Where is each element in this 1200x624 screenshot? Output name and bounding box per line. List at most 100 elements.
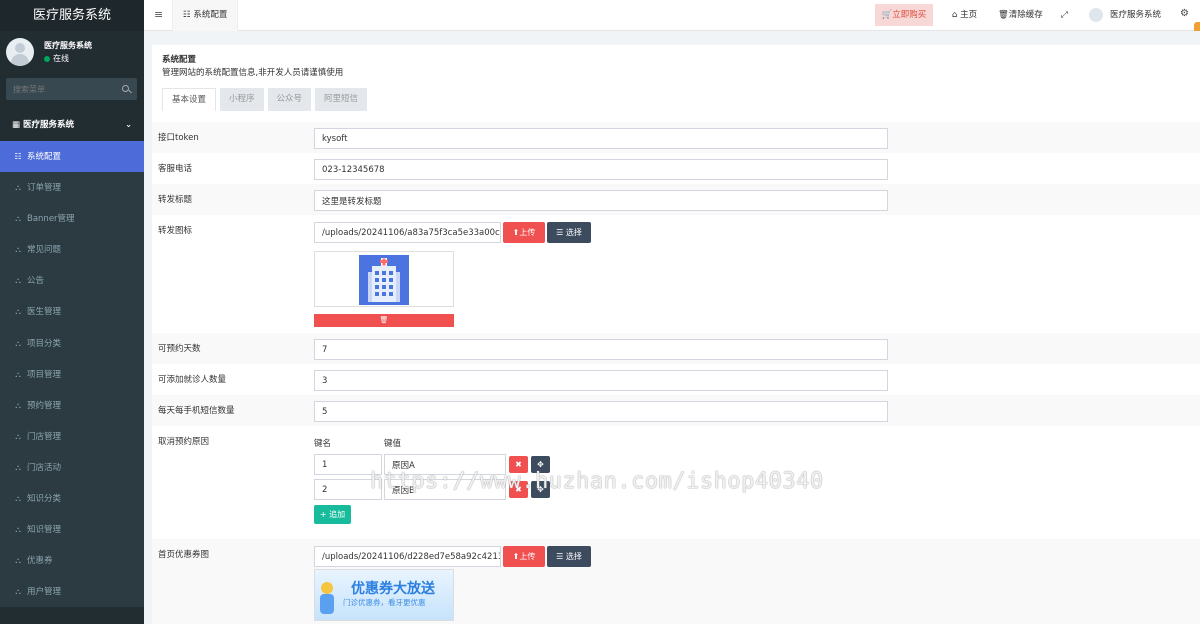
sitemap-icon: ⛬	[15, 431, 21, 441]
row-phone: 客服电话	[152, 153, 1200, 184]
patients-input[interactable]	[314, 370, 888, 391]
mascot-icon	[320, 582, 334, 614]
user-status: 在线	[44, 53, 69, 64]
phone-input[interactable]	[314, 159, 888, 180]
tab-basic[interactable]: 基本设置	[162, 88, 217, 111]
key-header: 键名	[314, 439, 332, 449]
hospital-building-icon	[359, 255, 409, 305]
tab-official-account[interactable]: 公众号	[267, 88, 312, 111]
sitemap-icon: ⛬	[15, 276, 21, 286]
add-row-button[interactable]: + 追加	[314, 505, 351, 524]
sidebar-item-coupons[interactable]: ⛬ 优惠券	[0, 545, 144, 576]
menu-group-label: 医疗服务系统	[23, 120, 75, 130]
avatar	[6, 38, 34, 66]
upload-label: 上传	[519, 228, 536, 237]
sliders-icon: ☷	[183, 10, 191, 20]
sidebar-item-notice[interactable]: ⛬ 公告	[0, 265, 144, 296]
sidebar-item-knowledge[interactable]: ⛬ 知识管理	[0, 514, 144, 545]
user-name: 医疗服务系统	[44, 41, 92, 50]
tab-aliyun-sms[interactable]: 阿里短信	[315, 88, 368, 111]
sidebar-item-project-category[interactable]: ⛬ 项目分类	[0, 328, 144, 359]
menu-search-input[interactable]	[6, 78, 116, 100]
watermark-text: https://www.huzhan.com/ishop40340	[370, 469, 824, 494]
row-days: 可预约天数	[152, 333, 1200, 364]
sidebar-item-label: Banner管理	[27, 214, 75, 225]
sitemap-icon: ⛬	[15, 525, 21, 535]
sms-input[interactable]	[314, 401, 888, 422]
add-label: 追加	[329, 510, 346, 519]
sidebar-item-orders[interactable]: ⛬ 订单管理	[0, 172, 144, 203]
share-icon-upload-button[interactable]: ⬆上传	[503, 222, 545, 243]
coupon-image-upload-button[interactable]: ⬆上传	[503, 546, 545, 567]
page-title: 系统配置	[162, 55, 197, 65]
token-label: 接口token	[158, 133, 199, 143]
plus-icon: +	[319, 510, 327, 519]
row-sms: 每天每手机短信数量	[152, 395, 1200, 426]
sliders-icon: ☷	[14, 152, 22, 161]
tab-system-config[interactable]: ☷ 系统配置	[172, 0, 239, 31]
value-header: 键值	[384, 439, 402, 449]
sidebar-item-label: 门店管理	[27, 431, 62, 442]
sms-label: 每天每手机短信数量	[158, 406, 235, 416]
coupon-image-path-input[interactable]	[314, 546, 501, 567]
upload-label: 上传	[519, 552, 536, 561]
menu-group-header[interactable]: ▦ 医疗服务系统 ⌄	[0, 114, 144, 136]
coupon-banner-title: 优惠券大放送	[351, 581, 435, 597]
sidebar-item-label: 项目分类	[27, 338, 62, 349]
share-icon-path-input[interactable]	[314, 222, 501, 243]
fullscreen-icon[interactable]: ⤢	[1061, 0, 1068, 31]
sitemap-icon: ⛬	[15, 214, 21, 224]
sidebar-item-banner[interactable]: ⛬ Banner管理	[0, 203, 144, 234]
share-icon-choose-button[interactable]: ☰ 选择	[547, 222, 591, 243]
row-share-icon: 转发图标 ⬆上传 ☰ 选择	[152, 215, 1200, 333]
sidebar-item-users[interactable]: ⛬ 用户管理	[0, 576, 144, 607]
days-input[interactable]	[314, 339, 888, 360]
sitemap-icon: ⛬	[15, 245, 21, 255]
sidebar-item-label: 预约管理	[27, 400, 62, 411]
days-label: 可预约天数	[158, 344, 201, 354]
token-input[interactable]	[314, 128, 888, 149]
choose-label: 选择	[565, 552, 582, 561]
row-share-title: 转发标题	[152, 184, 1200, 215]
sitemap-icon: ⛬	[15, 338, 21, 348]
buy-now-button[interactable]: 🛒立即购买	[875, 4, 933, 26]
config-panel: 系统配置 管理网站的系统配置信息,非开发人员请谨慎使用 基本设置 小程序 公众号…	[152, 45, 1200, 624]
sitemap-icon: ⛬	[15, 400, 21, 410]
phone-label: 客服电话	[158, 164, 193, 174]
brand-logo[interactable]: 医疗服务系统	[0, 0, 144, 31]
cancel-reasons-label: 取消预约原因	[158, 437, 210, 447]
sidebar-item-label: 优惠券	[27, 556, 53, 567]
sidebar-item-faq[interactable]: ⛬ 常见问题	[0, 234, 144, 265]
grid-icon: ▦	[12, 120, 21, 130]
app-root: 医疗服务系统 医疗服务系统 在线 ▦ 医疗服务系统 ⌄ ☷ 系统配置 ⛬ 订单管理 …	[0, 0, 1200, 624]
sidebar-item-knowledge-category[interactable]: ⛬ 知识分类	[0, 483, 144, 514]
sidebar-item-label: 知识管理	[27, 525, 62, 536]
sidebar-item-label: 用户管理	[27, 587, 62, 598]
sidebar-item-label: 系统配置	[27, 152, 62, 162]
share-title-input[interactable]	[314, 190, 888, 211]
home-link[interactable]: ⌂ 主页	[952, 0, 977, 31]
close-icon: ✖	[515, 460, 522, 469]
page-subtitle: 管理网站的系统配置信息,非开发人员请谨慎使用	[162, 68, 344, 78]
header-user-menu[interactable]: 医疗服务系统	[1110, 0, 1161, 31]
tab-miniprogram[interactable]: 小程序	[220, 88, 264, 111]
share-icon-delete-button[interactable]: 🗑	[314, 314, 454, 327]
tab-label: 系统配置	[193, 10, 228, 20]
gear-icon[interactable]: ⚙	[1180, 8, 1189, 19]
header-avatar[interactable]	[1089, 8, 1103, 22]
sidebar-item-projects[interactable]: ⛬ 项目管理	[0, 359, 144, 390]
status-text: 在线	[53, 54, 69, 63]
coupon-image-choose-button[interactable]: ☰ 选择	[547, 546, 591, 567]
search-icon[interactable]	[122, 85, 129, 92]
sidebar-item-label: 公告	[27, 276, 45, 287]
sidebar-item-appointments[interactable]: ⛬ 预约管理	[0, 390, 144, 421]
online-dot-icon	[44, 56, 50, 62]
sidebar-item-store-activities[interactable]: ⛬ 门店活动	[0, 452, 144, 483]
hamburger-icon[interactable]: ≡	[154, 8, 163, 21]
clear-cache-button[interactable]: 🗑清除缓存	[998, 0, 1043, 31]
sidebar-item-stores[interactable]: ⛬ 门店管理	[0, 421, 144, 452]
sidebar-item-doctors[interactable]: ⛬ 医生管理	[0, 296, 144, 327]
sidebar-item-system-config[interactable]: ☷ 系统配置	[0, 141, 144, 173]
menu-search	[6, 78, 137, 100]
row-coupon-image: 首页优惠券图 ⬆上传 ☰ 选择 优惠券大放送 门诊优惠券，看牙更优惠	[152, 539, 1200, 624]
